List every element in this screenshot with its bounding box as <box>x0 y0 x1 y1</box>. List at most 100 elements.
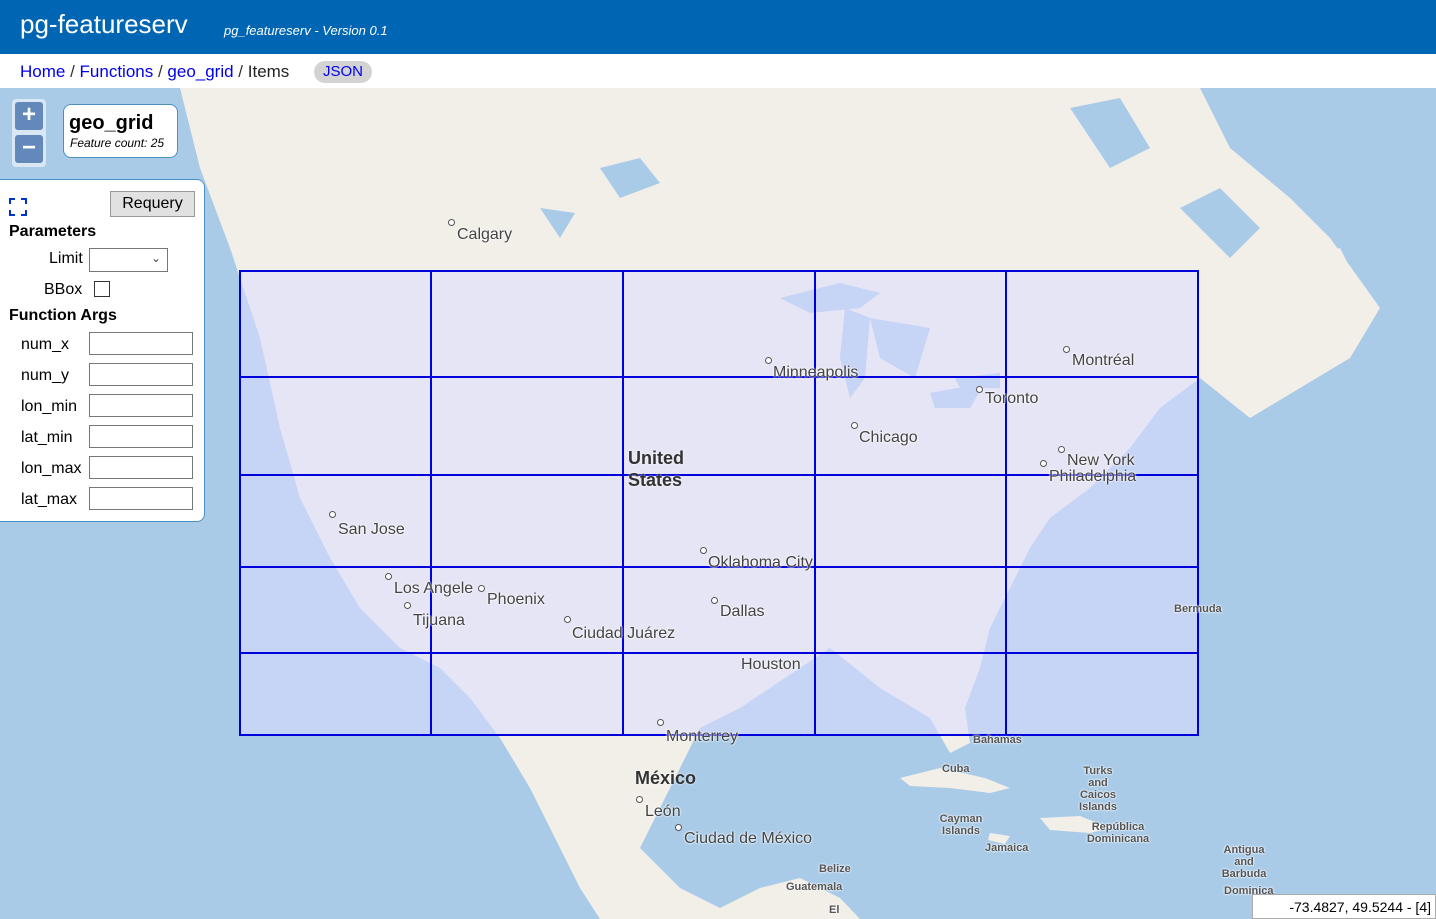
num-x-input[interactable] <box>89 332 193 355</box>
city-dot <box>448 219 455 226</box>
grid-cell[interactable] <box>430 270 624 378</box>
city-dot <box>564 616 571 623</box>
label-oklahoma-city: Oklahoma City <box>708 554 813 571</box>
label-united-states: United States <box>628 448 684 490</box>
bbox-checkbox[interactable] <box>94 281 110 297</box>
limit-label: Limit <box>49 250 83 267</box>
label-houston: Houston <box>741 656 801 673</box>
label-jamaica: Jamaica <box>985 842 1029 854</box>
label-cayman: Cayman Islands <box>939 813 983 837</box>
num-y-input[interactable] <box>89 363 193 386</box>
grid-cell[interactable] <box>1005 566 1199 654</box>
breadcrumb-current: Items <box>247 62 290 81</box>
parameters-heading: Parameters <box>9 223 97 240</box>
label-ciudad-de-mexico: Ciudad de México <box>684 830 813 847</box>
arg-label-lat-max: lat_max <box>21 491 78 508</box>
bbox-select-icon[interactable] <box>9 198 27 216</box>
chevron-down-icon: ⌄ <box>150 251 161 265</box>
label-chicago: Chicago <box>859 429 918 446</box>
city-dot <box>1040 460 1047 467</box>
feature-count: Feature count: 25 <box>70 136 165 150</box>
city-dot <box>404 602 411 609</box>
label-el: El <box>829 904 840 916</box>
lon-max-input[interactable] <box>89 456 193 479</box>
grid-cell[interactable] <box>430 376 624 476</box>
lat-max-input[interactable] <box>89 487 193 510</box>
city-dot <box>1058 446 1065 453</box>
breadcrumb: Home / Functions / geo_grid / Items JSON <box>0 54 1436 88</box>
breadcrumb-functions-link[interactable]: Functions <box>80 62 154 81</box>
zoom-in-button[interactable]: + <box>15 102 43 130</box>
label-calgary: Calgary <box>457 226 513 243</box>
mouse-coordinates: -73.4827, 49.5244 - [4] <box>1252 894 1436 919</box>
arg-label-num-x: num_x <box>21 336 70 353</box>
label-antigua: Antigua and Barbuda <box>1221 844 1267 880</box>
label-san-jose: San Jose <box>338 521 405 538</box>
city-dot <box>711 597 718 604</box>
label-bermuda: Bermuda <box>1174 603 1222 615</box>
city-dot <box>1063 346 1070 353</box>
city-dot <box>657 719 664 726</box>
grid-cell[interactable] <box>239 270 432 378</box>
grid-cell[interactable] <box>430 474 624 568</box>
grid-cell[interactable] <box>1005 474 1199 568</box>
label-monterrey: Monterrey <box>666 728 739 745</box>
app-title: pg-featureserv <box>20 9 188 39</box>
city-dot <box>636 796 643 803</box>
label-los-angeles: Los Angele <box>394 580 474 597</box>
label-minneapolis: Minneapolis <box>773 364 859 381</box>
label-bahamas: Bahamas <box>973 734 1022 746</box>
bbox-label: BBox <box>44 281 83 298</box>
requery-button[interactable]: Requery <box>110 191 195 217</box>
label-turks-caicos: Turks and Caicos Islands <box>1079 765 1117 813</box>
city-dot <box>851 422 858 429</box>
zoom-out-button[interactable]: − <box>15 135 43 163</box>
label-montreal: Montréal <box>1072 352 1135 369</box>
label-tijuana: Tijuana <box>413 612 465 629</box>
grid-cell[interactable] <box>239 376 432 476</box>
label-philadelphia: Philadelphia <box>1049 468 1137 485</box>
app-header: pg-featureserv pg_featureserv - Version … <box>0 0 1436 54</box>
label-dallas: Dallas <box>720 603 765 620</box>
city-dot <box>675 824 682 831</box>
city-dot <box>700 547 707 554</box>
label-belize: Belize <box>819 863 851 875</box>
label-cuba: Cuba <box>942 763 970 775</box>
json-button[interactable]: JSON <box>314 61 372 83</box>
grid-cell[interactable] <box>1005 652 1199 736</box>
label-toronto: Toronto <box>985 390 1039 407</box>
arg-label-lat-min: lat_min <box>21 429 73 446</box>
function-args-heading: Function Args <box>9 307 117 324</box>
limit-select[interactable]: ⌄ <box>89 248 168 272</box>
grid-cell[interactable] <box>814 270 1007 378</box>
label-phoenix: Phoenix <box>487 591 545 608</box>
arg-label-lon-min: lon_min <box>21 398 78 415</box>
city-dot <box>765 357 772 364</box>
label-guatemala: Guatemala <box>786 881 843 893</box>
arg-label-num-y: num_y <box>21 367 70 384</box>
query-panel: Requery Parameters Limit ⌄ BBox Function… <box>0 179 205 522</box>
app-version: pg_featureserv - Version 0.1 <box>224 23 388 38</box>
grid-cell[interactable] <box>814 566 1007 654</box>
breadcrumb-home-link[interactable]: Home <box>20 62 65 81</box>
label-mexico: México <box>635 768 697 788</box>
breadcrumb-geo-grid-link[interactable]: geo_grid <box>167 62 233 81</box>
grid-cell[interactable] <box>814 474 1007 568</box>
grid-cell[interactable] <box>622 270 816 378</box>
city-dot <box>478 585 485 592</box>
city-dot <box>385 573 392 580</box>
geo-grid-layer[interactable] <box>0 88 1436 919</box>
city-dot <box>976 386 983 393</box>
layer-name: geo_grid <box>69 112 154 134</box>
layer-info-box: geo_grid Feature count: 25 <box>63 104 178 158</box>
map-view[interactable]: Calgary Minneapolis Montréal Toronto Chi… <box>0 88 1436 919</box>
label-republica-dominicana: República Dominicana <box>1086 821 1150 845</box>
city-dot <box>329 511 336 518</box>
grid-cell[interactable] <box>239 652 432 736</box>
zoom-controls: + − <box>12 99 46 167</box>
grid-cell[interactable] <box>814 652 1007 736</box>
lon-min-input[interactable] <box>89 394 193 417</box>
lat-min-input[interactable] <box>89 425 193 448</box>
grid-cell[interactable] <box>430 652 624 736</box>
arg-label-lon-max: lon_max <box>21 460 82 477</box>
